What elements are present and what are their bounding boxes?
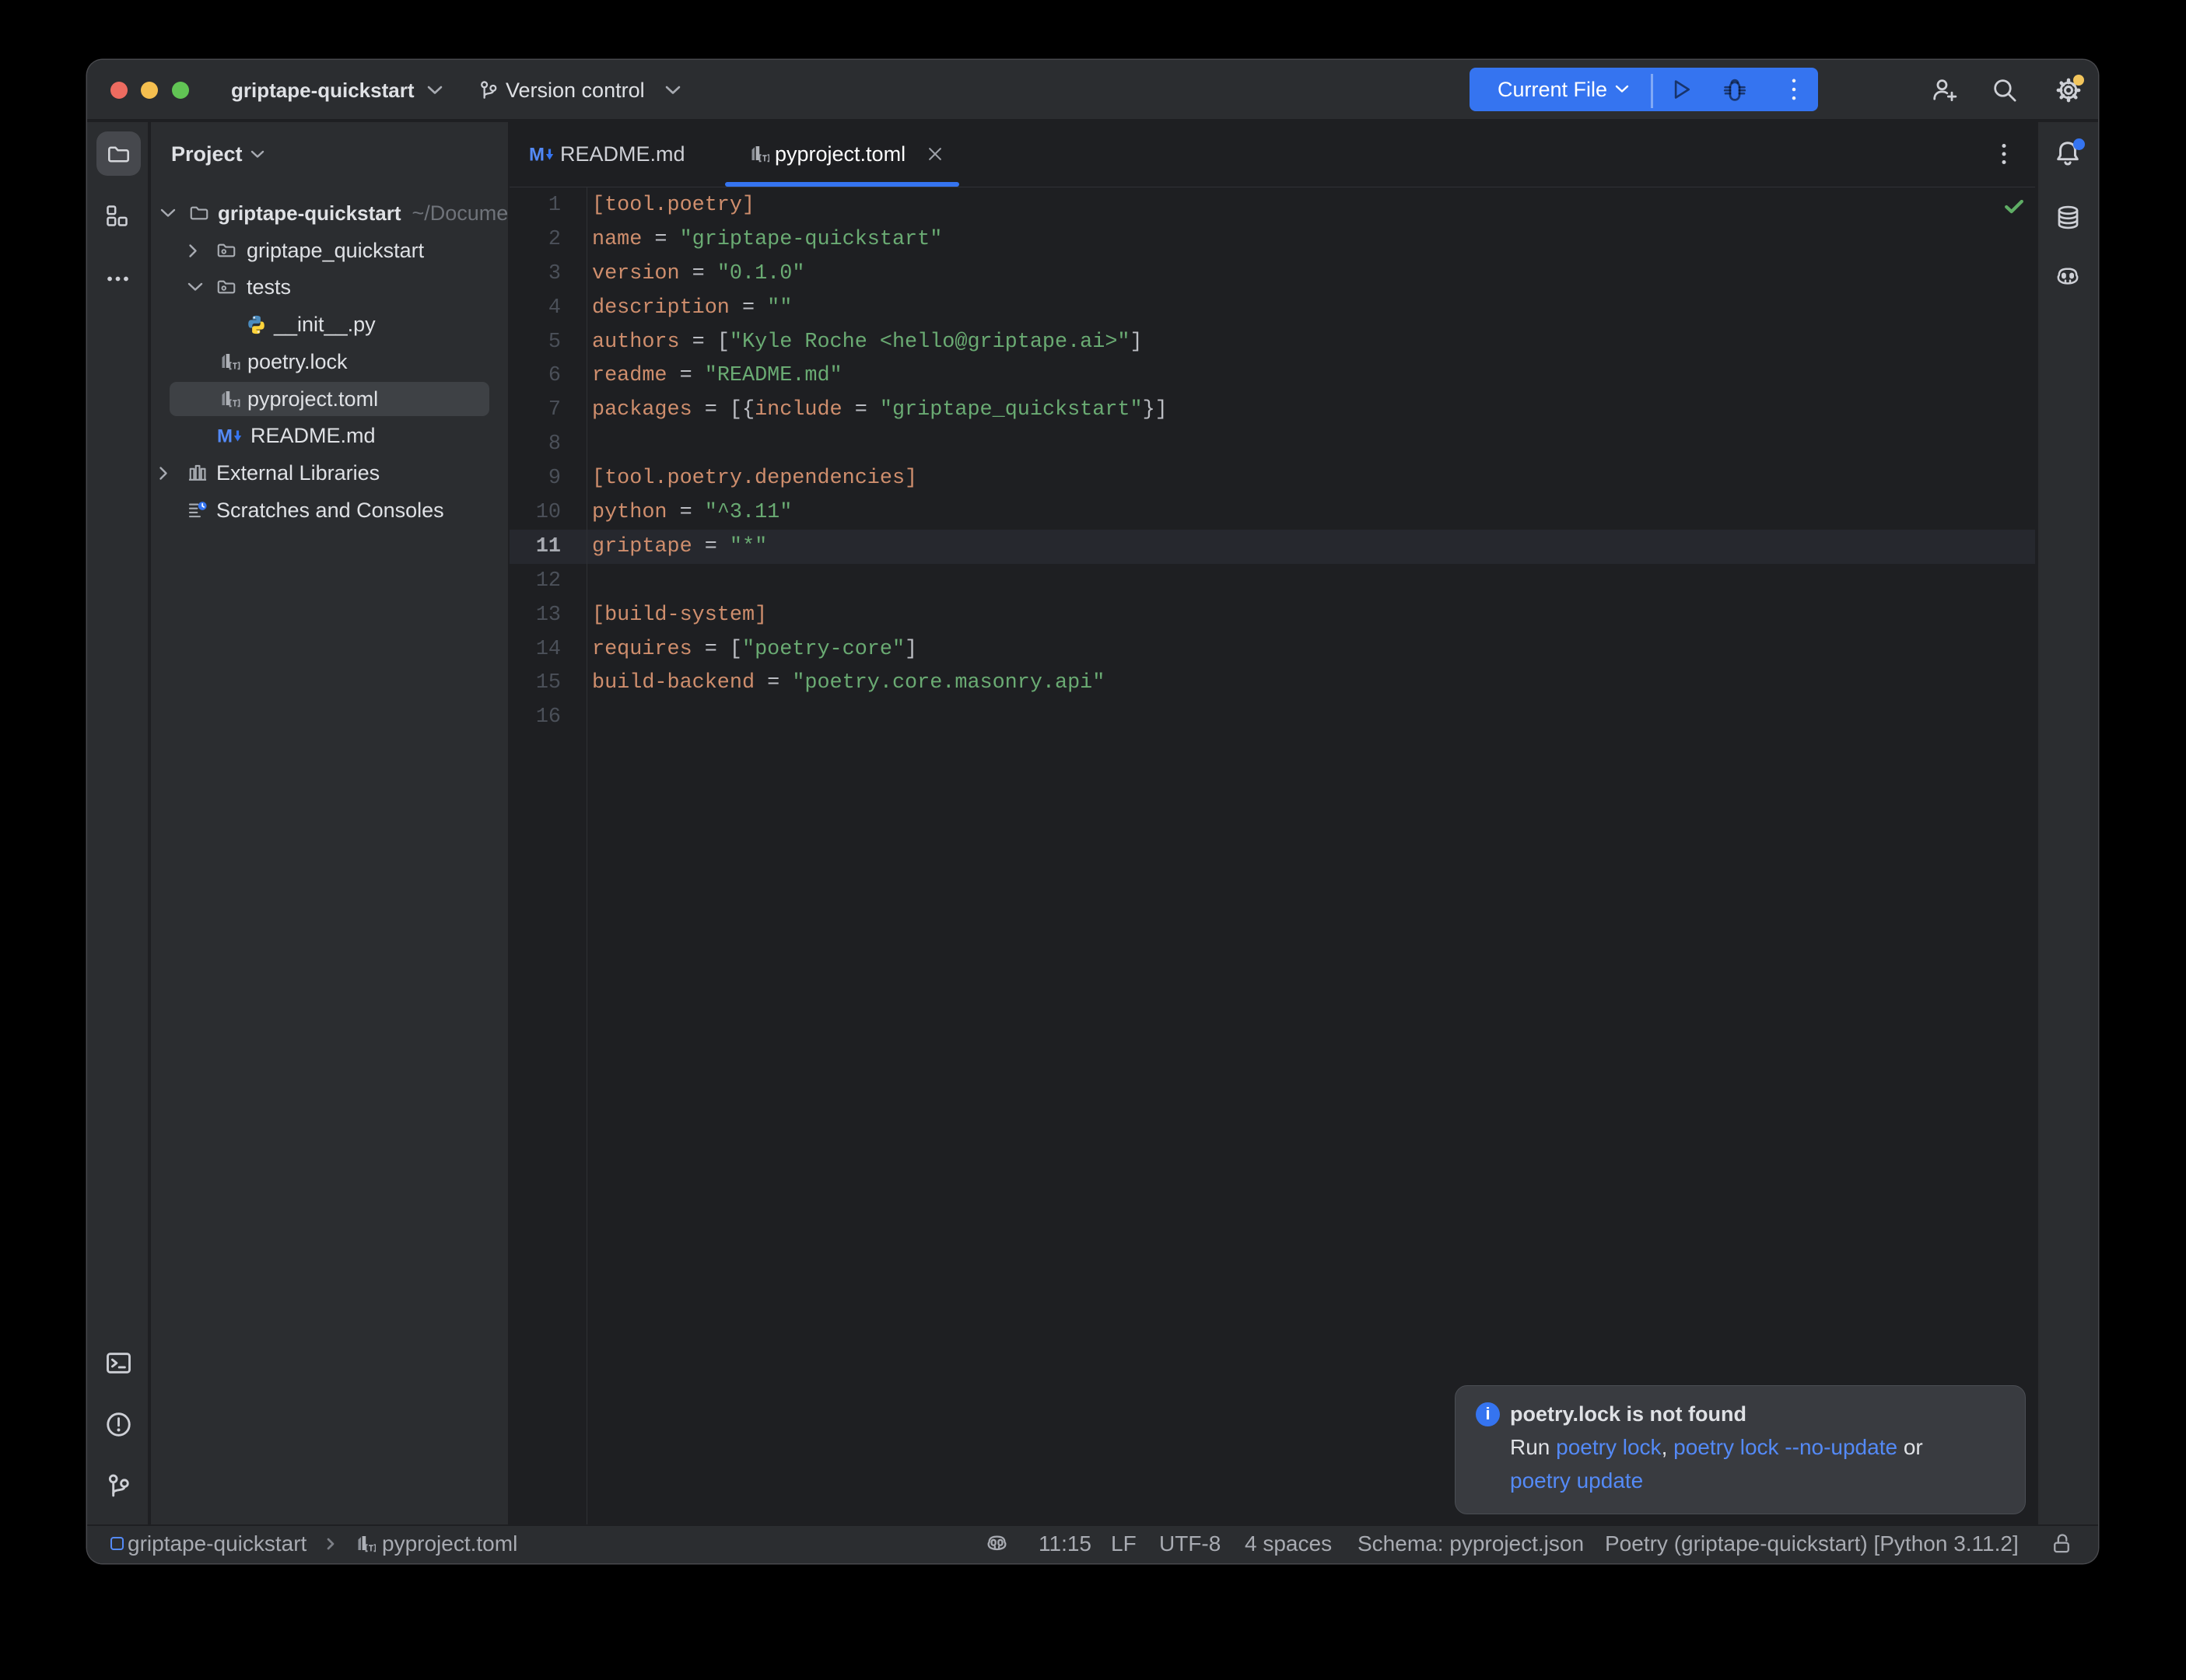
svg-text:M: M [529,145,545,166]
svg-text:M: M [217,426,233,447]
